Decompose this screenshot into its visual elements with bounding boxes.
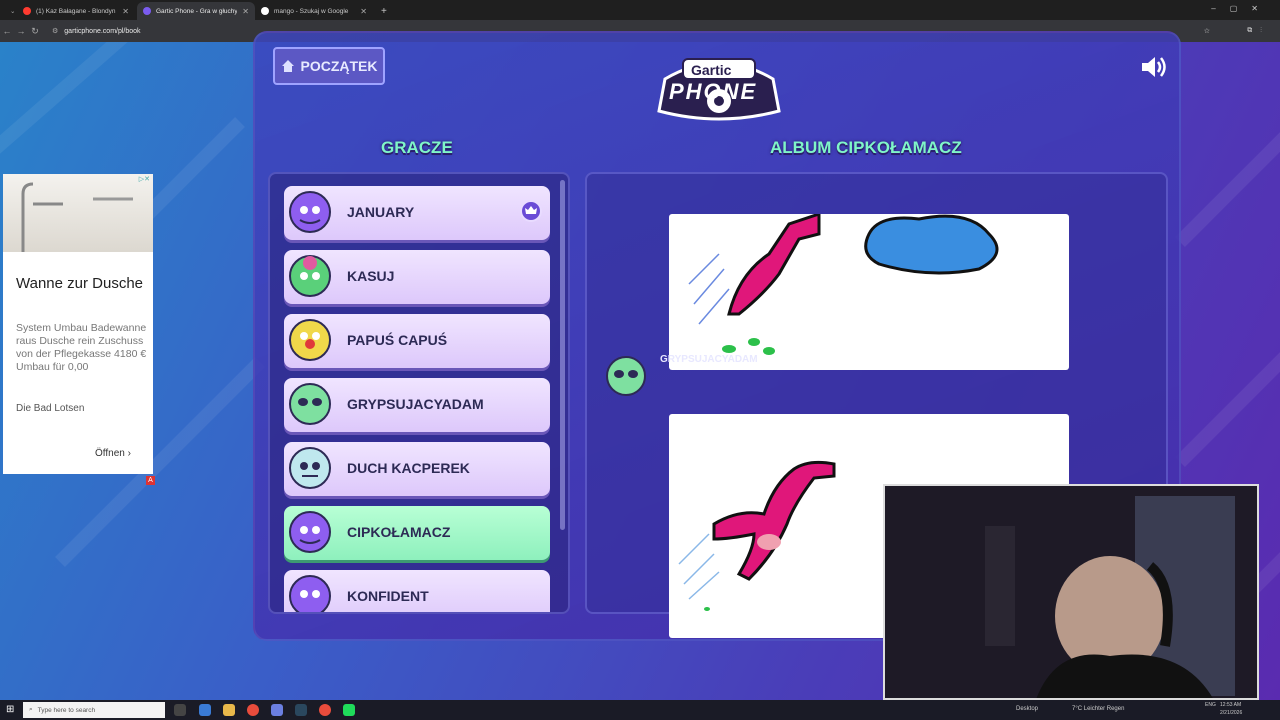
logo-text-top: Gartic bbox=[691, 62, 732, 78]
gartic-icon bbox=[143, 7, 151, 15]
ad-badge-icon: A bbox=[146, 476, 155, 485]
album-drawing bbox=[669, 211, 1069, 370]
webcam-feed bbox=[885, 486, 1257, 698]
new-tab-button[interactable]: + bbox=[375, 2, 391, 20]
spotify-icon[interactable] bbox=[343, 704, 355, 716]
tab-gartic[interactable]: Gartic Phone - Gra w głuchy te ✕ bbox=[137, 2, 255, 20]
tab-google[interactable]: mango - Szukaj w Google ✕ bbox=[255, 2, 373, 20]
browser-tab-strip: ⌄ (1) Kaz Bałagane - Blondyn ✕ Gartic Ph… bbox=[0, 0, 1280, 20]
tab-search-icon[interactable]: ⌄ bbox=[4, 2, 18, 20]
desktop-label[interactable]: Desktop bbox=[1016, 706, 1038, 712]
player-avatar bbox=[289, 511, 331, 553]
ad-sponsor: Die Bad Lotsen bbox=[16, 403, 85, 414]
language-indicator[interactable]: ENG bbox=[1205, 702, 1216, 708]
ad-open-label: Öffnen bbox=[95, 448, 125, 459]
google-icon bbox=[261, 7, 269, 15]
player-avatar bbox=[289, 255, 331, 297]
url-text: garticphone.com/pl/book bbox=[64, 27, 141, 35]
site-info-icon[interactable]: ⚙ bbox=[52, 27, 58, 35]
player-avatar bbox=[289, 447, 331, 489]
reload-icon[interactable]: ↻ bbox=[28, 26, 42, 37]
windows-taskbar: ⊞ ⌕ Type here to search Desktop 7°C Leic… bbox=[0, 700, 1280, 720]
album-author-name: GRYPSUJACYADAM bbox=[660, 354, 758, 365]
youtube-icon bbox=[23, 7, 31, 15]
chevron-right-icon: › bbox=[127, 448, 131, 459]
ad-headline[interactable]: Wanne zur Dusche bbox=[16, 274, 146, 293]
player-row-january[interactable]: JANUARY bbox=[284, 186, 550, 240]
webcam-overlay bbox=[883, 484, 1259, 700]
home-icon bbox=[281, 60, 294, 72]
steam-icon[interactable] bbox=[295, 704, 307, 716]
bookmark-star-icon[interactable]: ☆ bbox=[1204, 27, 1210, 35]
taskbar-search[interactable]: ⌕ Type here to search bbox=[23, 702, 165, 718]
player-name: KASUJ bbox=[347, 268, 395, 284]
player-row-cipkolamacz[interactable]: CIPKOŁAMACZ bbox=[284, 506, 550, 560]
player-row-duch-kacperek[interactable]: DUCH KACPEREK bbox=[284, 442, 550, 496]
album-author-avatar bbox=[606, 356, 646, 396]
player-name: DUCH KACPEREK bbox=[347, 460, 470, 476]
player-row-konfident[interactable]: KONFIDENT bbox=[284, 570, 550, 612]
address-bar[interactable]: ⚙ garticphone.com/pl/book bbox=[52, 27, 141, 36]
advertisement[interactable]: ▷✕ Wanne zur Dusche System Umbau Badewan… bbox=[3, 174, 155, 485]
players-title: GRACZE bbox=[381, 138, 453, 157]
player-name: KONFIDENT bbox=[347, 588, 429, 604]
sound-icon[interactable] bbox=[1140, 54, 1168, 80]
player-name: GRYPSUJACYADAM bbox=[347, 396, 484, 412]
chrome-active-icon[interactable] bbox=[319, 704, 331, 716]
player-name: JANUARY bbox=[347, 204, 415, 220]
forward-icon[interactable]: → bbox=[14, 26, 28, 36]
tab-title: (1) Kaz Bałagane - Blondyn bbox=[36, 7, 116, 15]
back-icon[interactable]: ← bbox=[0, 26, 14, 36]
player-row-grypsujacyadam[interactable]: GRYPSUJACYADAM bbox=[284, 378, 550, 432]
crown-icon bbox=[520, 200, 542, 222]
gartic-phone-logo: Gartic PHONE bbox=[655, 49, 783, 125]
windows-start-icon[interactable]: ⊞ bbox=[6, 704, 14, 715]
close-icon[interactable]: ✕ bbox=[242, 7, 249, 16]
tab-title: mango - Szukaj w Google bbox=[274, 7, 349, 15]
clock-date[interactable]: 2/21/2026 bbox=[1220, 710, 1242, 716]
clock-time[interactable]: 12:53 AM bbox=[1220, 702, 1241, 708]
window-controls[interactable]: –▢✕ bbox=[1211, 4, 1272, 13]
ad-body: System Umbau Badewanne raus Dusche rein … bbox=[16, 322, 147, 373]
tab-youtube[interactable]: (1) Kaz Bałagane - Blondyn ✕ bbox=[17, 2, 135, 20]
ad-image[interactable] bbox=[3, 174, 153, 252]
close-icon[interactable]: ✕ bbox=[122, 7, 129, 16]
players-list[interactable]: JANUARY KASUJ PAPUŚ CAPUŚ GRYPSUJACYADAM… bbox=[268, 172, 570, 614]
extensions-icons[interactable]: ⧉⋮ bbox=[1247, 27, 1270, 35]
tab-title: Gartic Phone - Gra w głuchy te bbox=[156, 7, 238, 15]
chrome-icon[interactable] bbox=[247, 704, 259, 716]
ad-choices-icon[interactable]: ▷✕ bbox=[139, 175, 150, 183]
edge-icon[interactable] bbox=[199, 704, 211, 716]
weather-widget[interactable]: 7°C Leichter Regen bbox=[1072, 706, 1124, 712]
player-row-papus-capus[interactable]: PAPUŚ CAPUŚ bbox=[284, 314, 550, 368]
task-view-icon[interactable] bbox=[174, 704, 186, 716]
close-icon[interactable]: ✕ bbox=[360, 7, 367, 16]
logo-text-bottom: PHONE bbox=[669, 79, 758, 104]
player-avatar bbox=[289, 319, 331, 361]
player-name: PAPUŚ CAPUŚ bbox=[347, 332, 448, 348]
player-avatar bbox=[289, 191, 331, 233]
home-button-label: POCZĄTEK bbox=[300, 58, 378, 74]
player-row-kasuj[interactable]: KASUJ bbox=[284, 250, 550, 304]
player-avatar bbox=[289, 575, 331, 612]
home-button[interactable]: POCZĄTEK bbox=[273, 47, 385, 85]
taskbar-search-placeholder: Type here to search bbox=[37, 706, 96, 714]
players-scrollbar[interactable] bbox=[560, 180, 565, 530]
player-avatar bbox=[289, 383, 331, 425]
app-icon[interactable] bbox=[271, 704, 283, 716]
search-icon: ⌕ bbox=[29, 706, 33, 713]
ad-open-button[interactable]: Öffnen › bbox=[95, 448, 131, 459]
player-name: CIPKOŁAMACZ bbox=[347, 524, 451, 540]
album-title: ALBUM CIPKOŁAMACZ bbox=[770, 138, 962, 157]
file-explorer-icon[interactable] bbox=[223, 704, 235, 716]
